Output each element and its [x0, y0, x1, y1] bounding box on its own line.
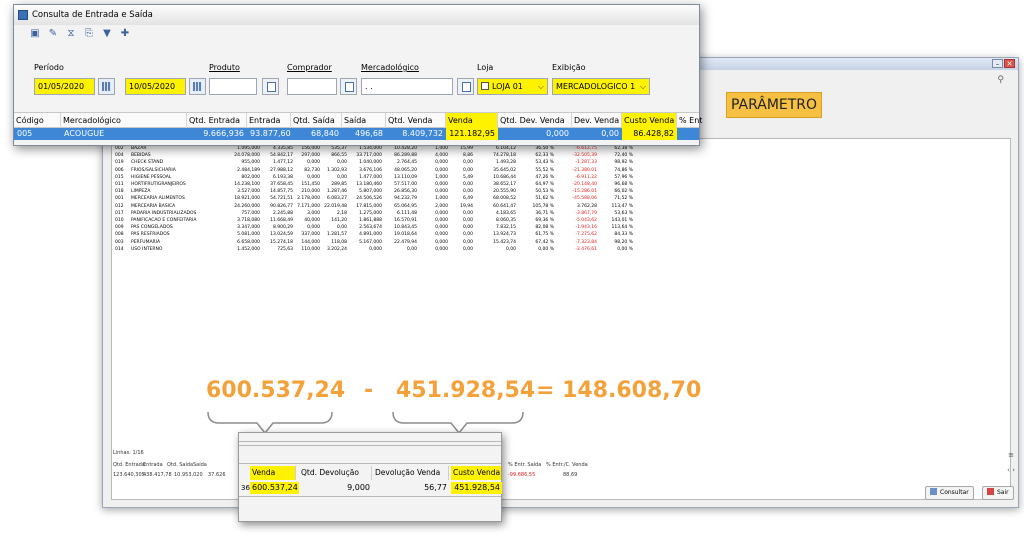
zoom-divider [239, 445, 501, 446]
zoom-col-devolucao-venda: Devolução Venda [373, 466, 449, 480]
zoom-col-qtd-devolucao: Qtd. Devolução [299, 466, 372, 480]
annotation-brackets [207, 411, 524, 435]
zoom-divider [239, 496, 501, 497]
zoom-cell-venda: 600.537,24 [250, 482, 299, 494]
zoom-divider [239, 441, 501, 442]
zoom-divider [239, 463, 501, 464]
zoom-cell-qtd-devolucao: 9,000 [347, 483, 370, 492]
zoom-cell-custo-venda: 451.928,54 [451, 482, 502, 494]
zoom-cell-fragment: 36 [241, 484, 250, 492]
zoom-col-venda: Venda [250, 466, 296, 480]
zoom-cell-devolucao-venda: 56,77 [424, 483, 447, 492]
zoom-col-custo-venda: Custo Venda [451, 466, 501, 480]
zoom-panel: Venda Qtd. Devolução Devolução Venda Cus… [238, 432, 502, 522]
